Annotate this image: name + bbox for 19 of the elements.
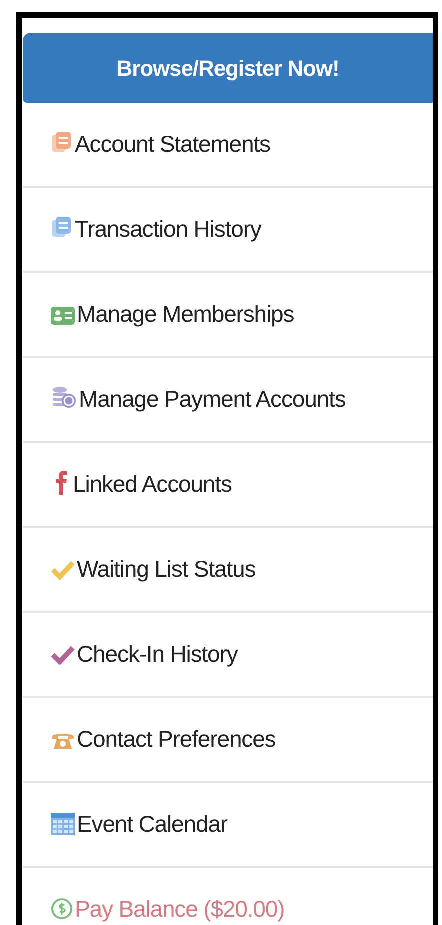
document-stack-icon — [51, 216, 73, 240]
menu-link[interactable]: Waiting List Status — [51, 556, 256, 582]
menu-link[interactable]: Check-In History — [51, 641, 238, 667]
letter-f-icon — [55, 471, 67, 495]
menu-link[interactable]: Account Statements — [51, 131, 270, 157]
menu-link[interactable]: Transaction History — [51, 216, 262, 242]
checkmark-icon — [51, 645, 75, 665]
menu-link[interactable]: Contact Preferences — [51, 726, 276, 752]
dollar-coin-icon — [51, 898, 73, 920]
document-stack-icon — [51, 131, 73, 155]
calendar-icon — [51, 811, 75, 835]
coins-icon — [51, 386, 77, 410]
menu-link[interactable]: Event Calendar — [51, 811, 228, 837]
id-card-icon — [51, 307, 75, 325]
checkmark-icon — [51, 560, 75, 580]
menu-link[interactable]: Manage Payment Accounts — [51, 386, 346, 412]
register-button[interactable]: Browse/Register Now! — [23, 33, 433, 103]
menu-link[interactable]: Linked Accounts — [51, 471, 232, 497]
menu-link[interactable]: Manage Memberships — [51, 301, 294, 327]
